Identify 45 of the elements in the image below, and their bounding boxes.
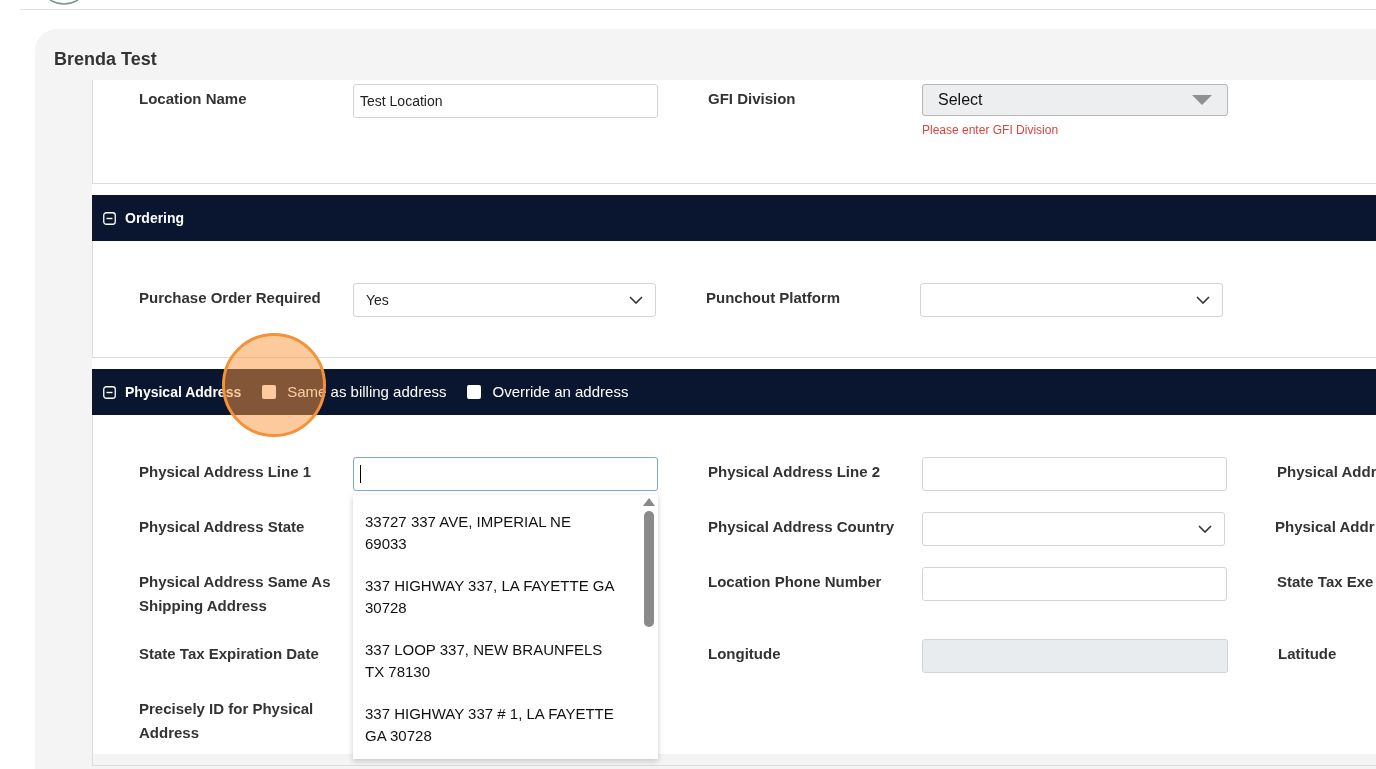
field-label: Punchout Platform	[706, 288, 842, 308]
logo-icon	[48, 0, 80, 6]
select-field[interactable]	[920, 283, 1223, 317]
field-label: Precisely ID for Physical Address	[139, 699, 315, 743]
text-field[interactable]	[922, 567, 1227, 601]
suggestion-item[interactable]: 337 HIGHWAY 337 # 1, LA FAYETTE GA 30728	[353, 693, 627, 757]
text-field[interactable]	[922, 457, 1227, 491]
text-field[interactable]: Test Location	[353, 84, 658, 118]
suggestion-item[interactable]: 33727 337 AVE, IMPERIAL NE 69033	[353, 501, 627, 565]
field-label: State Tax Expiration Date	[139, 644, 320, 664]
chevron-down-icon	[1196, 296, 1210, 304]
checkbox-label: Override an address	[492, 381, 629, 402]
field-label: Physical Address Line 1	[139, 462, 313, 482]
field-label: State Tax Exe	[1277, 572, 1375, 592]
chevron-down-icon	[629, 296, 643, 304]
select-field[interactable]	[922, 512, 1225, 546]
scroll-up-icon[interactable]	[642, 498, 655, 506]
select-field[interactable]: Select	[922, 84, 1228, 116]
field-label: Location Phone Number	[708, 572, 883, 592]
suggestion-item[interactable]: 337 LOOP 337, NEW BRAUNFELS TX 78130	[353, 629, 627, 693]
field-label: GFI Division	[708, 89, 797, 109]
card-title: Brenda Test	[54, 48, 157, 71]
error-message: Please enter GFI Division	[922, 122, 1060, 139]
field-label: Physical Addr	[1275, 517, 1376, 537]
caret-down-icon	[1192, 95, 1212, 105]
collapse-icon[interactable]	[103, 211, 116, 225]
field-label: Physical Addr	[1277, 462, 1376, 482]
text-cursor	[360, 465, 361, 483]
field-label: Longitude	[708, 644, 782, 664]
checkbox[interactable]	[262, 385, 277, 399]
field-label: Physical Address Same As Shipping Address	[139, 572, 332, 616]
text-field[interactable]	[353, 457, 658, 491]
field-label: Latitude	[1278, 644, 1338, 664]
scrollbar-thumb[interactable]	[643, 511, 654, 627]
section-title[interactable]: Ordering	[125, 207, 185, 229]
field-label: Location Name	[139, 89, 248, 109]
field-label: Purchase Order Required	[139, 288, 322, 308]
chevron-down-icon	[1198, 525, 1212, 533]
checkbox[interactable]	[467, 385, 482, 399]
select-field[interactable]: Yes	[353, 283, 656, 317]
field-label: Physical Address Line 2	[708, 462, 882, 482]
field-label: Physical Address State	[139, 517, 306, 537]
collapse-icon[interactable]	[103, 385, 116, 399]
suggestion-item[interactable]: 337 HIGHWAY 337, LA FAYETTE GA 30728	[353, 565, 627, 629]
field-label: Physical Address Country	[708, 517, 896, 537]
